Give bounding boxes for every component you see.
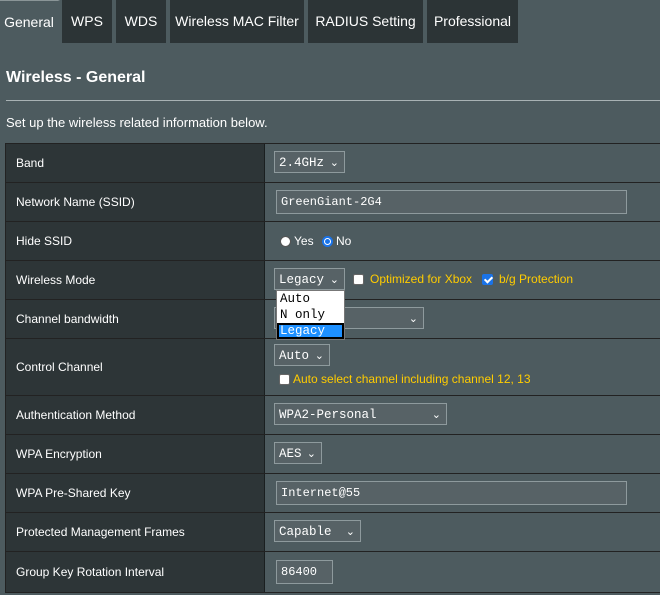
psk-label: WPA Pre-Shared Key xyxy=(6,474,265,512)
wireless-mode-value: Legacy xyxy=(279,273,325,287)
hide-ssid-yes-label: Yes xyxy=(294,234,314,248)
pmf-select[interactable]: Capable ⌄ xyxy=(274,520,361,542)
row-auth-method: Authentication Method WPA2-Personal ⌄ xyxy=(6,396,660,435)
band-select[interactable]: 2.4GHz ⌄ xyxy=(274,151,345,173)
ssid-label: Network Name (SSID) xyxy=(6,183,265,221)
hide-ssid-label: Hide SSID xyxy=(6,222,265,260)
wpa-encryption-label: WPA Encryption xyxy=(6,435,265,473)
settings-table: Band 2.4GHz ⌄ Network Name (SSID) GreenG… xyxy=(5,143,660,593)
psk-input[interactable]: Internet@55 xyxy=(276,481,627,505)
tab-bar: General WPS WDS Wireless MAC Filter RADI… xyxy=(0,0,660,43)
tab-general[interactable]: General xyxy=(0,0,60,43)
tab-professional[interactable]: Professional xyxy=(427,0,520,43)
auto-select-channel-label: Auto select channel including channel 12… xyxy=(293,372,531,386)
band-value: 2.4GHz xyxy=(279,156,325,170)
tab-wds[interactable]: WDS xyxy=(116,0,168,43)
radio-icon xyxy=(280,235,291,247)
tab-wireless-mac-filter[interactable]: Wireless MAC Filter xyxy=(170,0,306,43)
auth-method-value: WPA2-Personal xyxy=(279,408,377,422)
tab-radius-setting[interactable]: RADIUS Setting xyxy=(308,0,425,43)
pmf-value: Capable xyxy=(279,525,332,539)
wireless-mode-option-legacy[interactable]: Legacy xyxy=(277,323,344,339)
auto-select-channel-checkbox[interactable]: Auto select channel including channel 12… xyxy=(279,372,531,386)
intro-text: Set up the wireless related information … xyxy=(6,115,268,130)
auth-method-label: Authentication Method xyxy=(6,396,265,434)
wpa-encryption-value: AES xyxy=(279,447,302,461)
checkbox-icon xyxy=(353,273,364,285)
chevron-down-icon: ⌄ xyxy=(408,312,418,325)
xbox-checkbox[interactable]: Optimized for Xbox xyxy=(353,272,472,286)
row-hide-ssid: Hide SSID Yes No xyxy=(6,222,660,261)
row-wpa-encryption: WPA Encryption AES ⌄ xyxy=(6,435,660,474)
row-band: Band 2.4GHz ⌄ xyxy=(6,144,660,183)
channel-bandwidth-label: Channel bandwidth xyxy=(6,300,265,338)
wireless-mode-label: Wireless Mode xyxy=(6,261,265,299)
control-channel-value: Auto xyxy=(279,349,310,363)
auth-method-select[interactable]: WPA2-Personal ⌄ xyxy=(274,403,447,425)
band-label: Band xyxy=(6,144,265,182)
hide-ssid-no-radio[interactable]: No xyxy=(322,234,351,248)
chevron-down-icon: ⌄ xyxy=(431,408,441,421)
chevron-down-icon: ⌄ xyxy=(329,273,339,286)
row-pmf: Protected Management Frames Capable ⌄ xyxy=(6,513,660,552)
title-divider xyxy=(6,100,660,101)
group-key-input[interactable]: 86400 xyxy=(276,560,333,584)
row-group-key: Group Key Rotation Interval 86400 xyxy=(6,552,660,593)
bg-protection-label: b/g Protection xyxy=(499,272,574,286)
wireless-mode-option-auto[interactable]: Auto xyxy=(277,291,344,307)
xbox-label: Optimized for Xbox xyxy=(370,272,473,286)
row-control-channel: Control Channel Auto ⌄ Auto select chann… xyxy=(6,339,660,396)
checkbox-icon xyxy=(279,373,290,385)
pmf-label: Protected Management Frames xyxy=(6,513,265,551)
wireless-mode-dropdown: Auto N only Legacy xyxy=(276,290,345,340)
control-channel-select[interactable]: Auto ⌄ xyxy=(274,344,330,366)
tab-wps[interactable]: WPS xyxy=(62,0,114,43)
control-channel-label: Control Channel xyxy=(6,339,265,395)
row-psk: WPA Pre-Shared Key Internet@55 xyxy=(6,474,660,513)
page-title: Wireless - General xyxy=(6,69,146,86)
hide-ssid-no-label: No xyxy=(336,234,352,248)
checkbox-checked-icon xyxy=(482,273,493,285)
chevron-down-icon: ⌄ xyxy=(314,349,324,362)
hide-ssid-yes-radio[interactable]: Yes xyxy=(280,234,314,248)
wireless-mode-select[interactable]: Legacy ⌄ xyxy=(274,268,345,290)
ssid-input[interactable]: GreenGiant-2G4 xyxy=(276,190,627,214)
chevron-down-icon: ⌄ xyxy=(329,156,339,169)
wireless-mode-option-n-only[interactable]: N only xyxy=(277,307,344,323)
bg-protection-checkbox[interactable]: b/g Protection xyxy=(482,272,573,286)
chevron-down-icon: ⌄ xyxy=(306,447,316,460)
radio-checked-icon xyxy=(322,235,333,247)
group-key-label: Group Key Rotation Interval xyxy=(6,552,265,592)
wpa-encryption-select[interactable]: AES ⌄ xyxy=(274,442,322,464)
row-ssid: Network Name (SSID) GreenGiant-2G4 xyxy=(6,183,660,222)
chevron-down-icon: ⌄ xyxy=(345,525,355,538)
